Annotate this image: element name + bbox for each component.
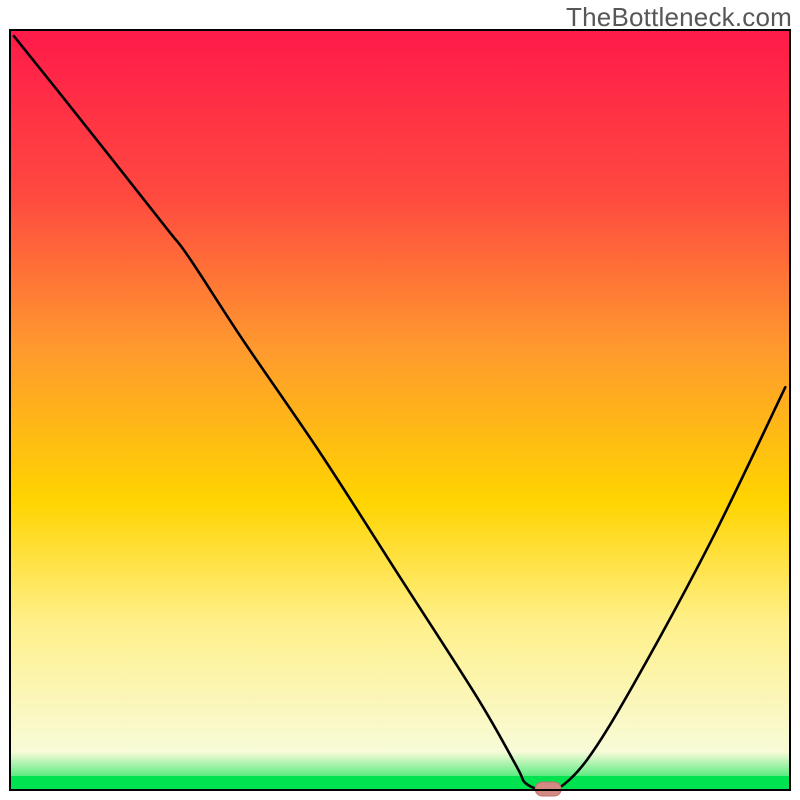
green-band [10, 776, 790, 790]
bottleneck-chart-svg [0, 0, 800, 800]
watermark-text: TheBottleneck.com [566, 2, 792, 33]
gradient-background [10, 30, 790, 790]
chart-stage: TheBottleneck.com [0, 0, 800, 800]
